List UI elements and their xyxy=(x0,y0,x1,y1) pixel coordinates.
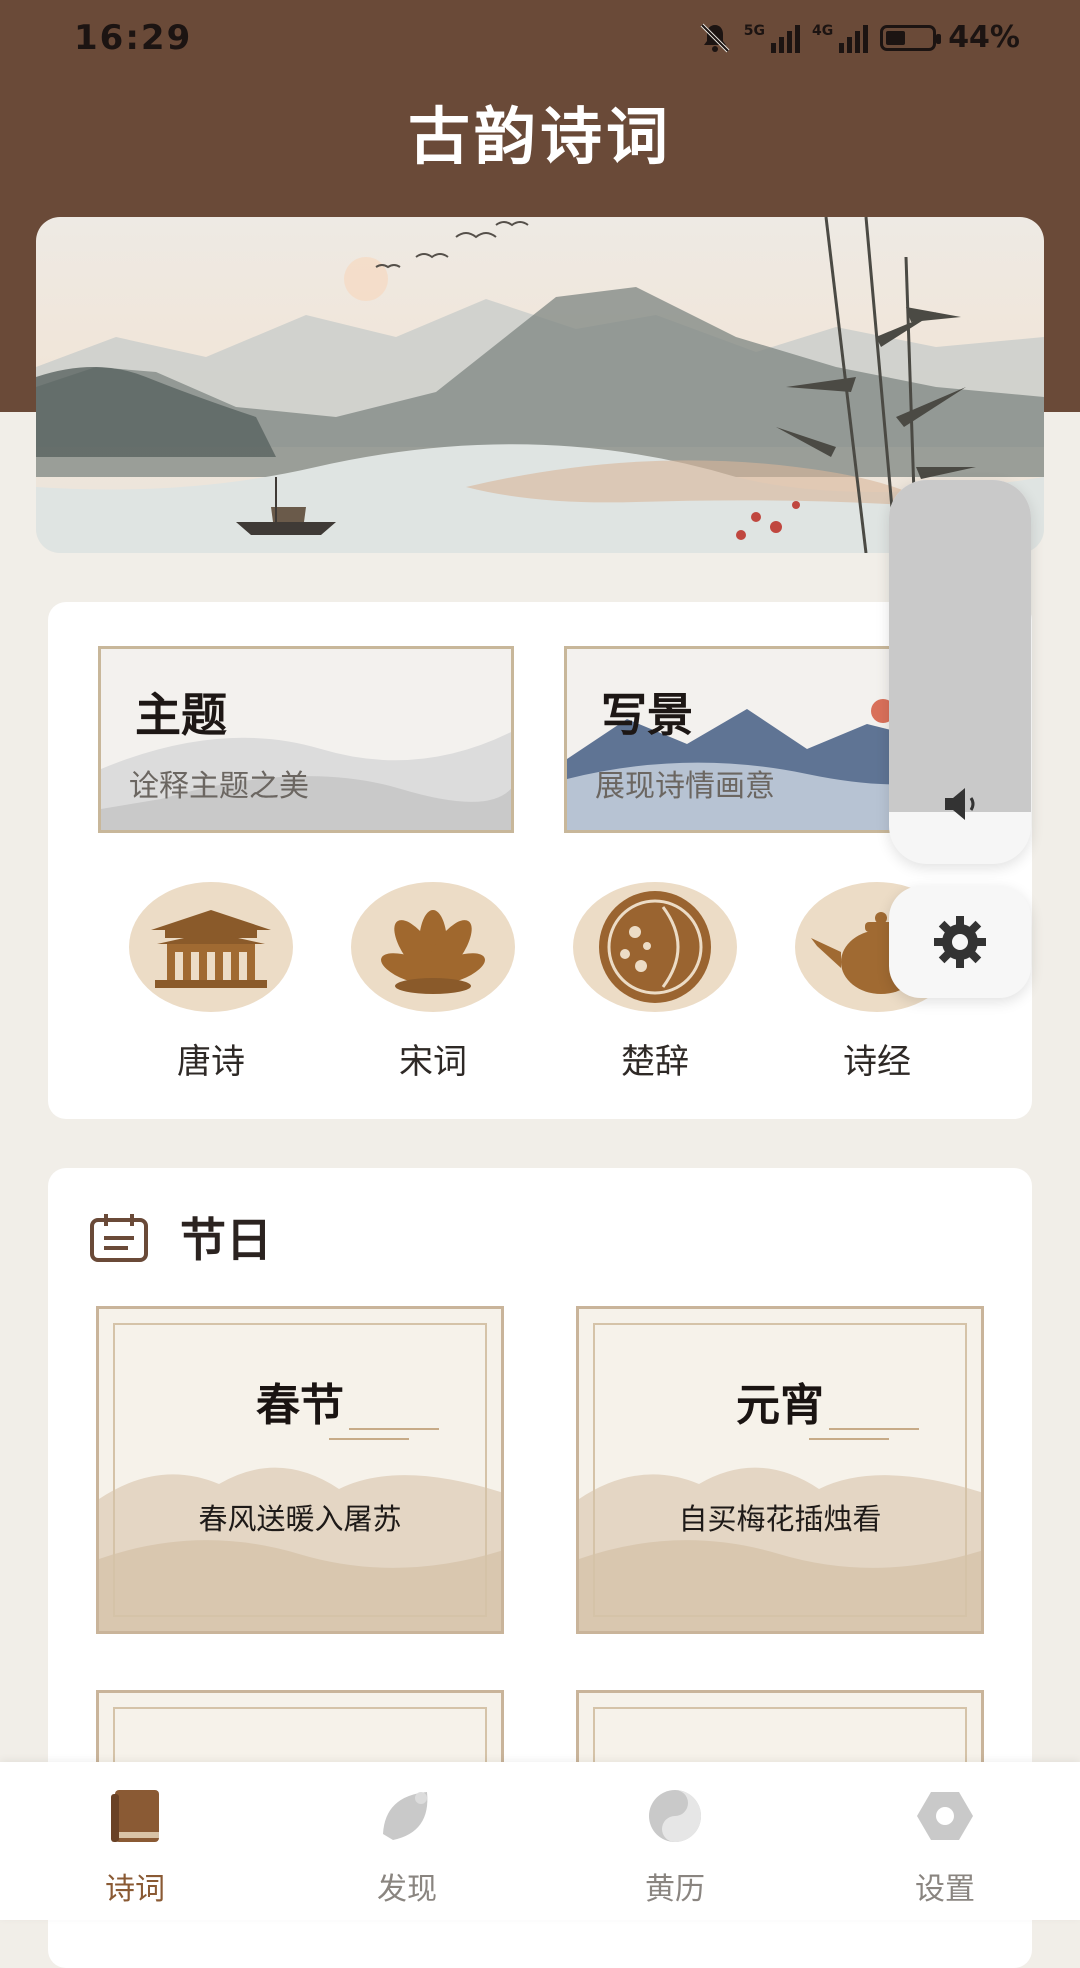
gear-icon xyxy=(934,916,986,968)
battery-icon xyxy=(880,24,942,51)
signal-5g-icon: 5G xyxy=(744,23,800,53)
festival-frame xyxy=(113,1323,487,1617)
battery-fill xyxy=(886,30,906,45)
speaker-icon[interactable] xyxy=(941,784,985,824)
yin-yang-icon xyxy=(649,1790,701,1842)
mute-bell-icon xyxy=(700,23,730,52)
category-label: 唐诗 xyxy=(177,1042,245,1082)
battery-percent: 44% xyxy=(948,20,1020,55)
tab-label: 诗词 xyxy=(105,1872,165,1907)
category-label: 诗经 xyxy=(843,1042,911,1082)
hexagon-settings-icon xyxy=(917,1792,973,1840)
festival-title: 元宵 xyxy=(736,1380,824,1431)
festival-verse: 自买梅花插烛看 xyxy=(678,1502,882,1536)
category-card: 主题 诠释主题之美 写景 展现诗情画意 唐诗 宋词 楚辞 诗经 xyxy=(48,602,1032,1119)
tab-label: 设置 xyxy=(915,1872,975,1907)
tab-almanac[interactable]: 黄历 xyxy=(590,1784,760,1908)
feature-subtitle: 展现诗情画意 xyxy=(595,769,775,804)
feature-subtitle: 诠释主题之美 xyxy=(129,769,309,804)
category-song-ci[interactable]: 宋词 xyxy=(348,882,518,1083)
status-bar: 16:29 5G 4G 44% xyxy=(0,0,1080,80)
settings-float-button[interactable] xyxy=(889,886,1031,998)
feature-tile-theme[interactable]: 主题 诠释主题之美 xyxy=(98,646,514,833)
category-chu-ci[interactable]: 楚辞 xyxy=(570,882,740,1083)
tab-label: 发现 xyxy=(377,1872,437,1907)
festival-title: 春节 xyxy=(256,1380,344,1431)
category-tang-poetry[interactable]: 唐诗 xyxy=(126,882,296,1083)
volume-panel[interactable] xyxy=(889,480,1031,864)
mooncake-icon xyxy=(573,882,737,1012)
feature-title: 主题 xyxy=(135,688,227,742)
tab-discover[interactable]: 发现 xyxy=(322,1784,492,1908)
volume-level-track[interactable] xyxy=(889,480,1031,812)
category-label: 宋词 xyxy=(399,1042,467,1082)
signal-4g-icon: 4G xyxy=(812,23,869,53)
status-time: 16:29 xyxy=(74,18,193,58)
category-label: 楚辞 xyxy=(621,1042,689,1082)
palace-icon xyxy=(129,882,293,1012)
section-title: 节日 xyxy=(180,1213,272,1267)
tab-poetry[interactable]: 诗词 xyxy=(50,1784,220,1908)
status-icons: 5G 4G 44% xyxy=(698,20,1020,55)
festival-frame xyxy=(593,1323,967,1617)
book-icon xyxy=(111,1790,159,1842)
lotus-icon xyxy=(351,882,515,1012)
tab-settings[interactable]: 设置 xyxy=(860,1784,1030,1908)
festival-verse: 春风送暖入屠苏 xyxy=(198,1502,402,1536)
feature-title: 写景 xyxy=(601,688,693,742)
festival-item-lantern[interactable]: 元宵 自买梅花插烛看 xyxy=(576,1306,984,1634)
festival-item-spring[interactable]: 春节 春风送暖入屠苏 xyxy=(96,1306,504,1634)
calendar-icon xyxy=(90,1214,148,1262)
tab-label: 黄历 xyxy=(645,1872,705,1907)
leaf-icon xyxy=(383,1792,428,1840)
bottom-tab-bar: 诗词 发现 黄历 设置 xyxy=(0,1762,1080,1920)
app-title: 古韵诗词 xyxy=(407,100,672,173)
